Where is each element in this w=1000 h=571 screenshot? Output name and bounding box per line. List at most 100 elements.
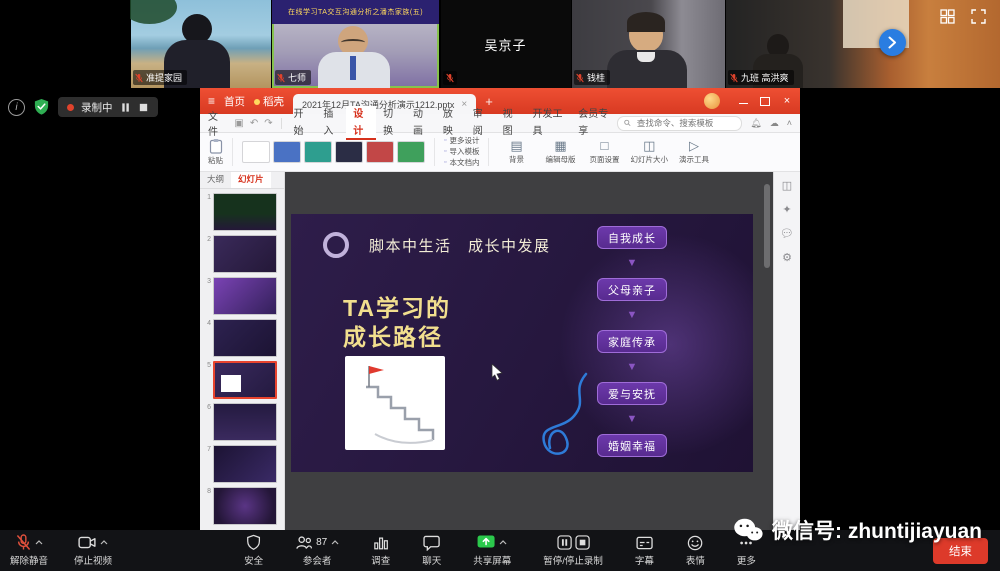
next-videos-button[interactable] <box>879 29 906 56</box>
template-mini-icon: ▫ <box>444 148 447 155</box>
menu-tab-6[interactable]: 审阅 <box>466 106 496 140</box>
settings-panel-icon[interactable]: ⚙︎ <box>782 252 792 264</box>
pause-recording-icon[interactable] <box>120 102 131 113</box>
search-input[interactable] <box>634 117 736 129</box>
slide-thumbnail-7[interactable]: 7 <box>202 445 282 483</box>
stop-recording-icon[interactable] <box>138 102 149 113</box>
menu-tab-7[interactable]: 视图 <box>496 106 526 140</box>
slide-thumbnail-5[interactable]: 5 <box>202 361 282 399</box>
menu-tab-0[interactable]: 开始 <box>287 106 317 140</box>
chat-icon <box>423 535 440 551</box>
slide-thumbnail-4[interactable]: 4 <box>202 319 282 357</box>
security-button[interactable]: 安全 <box>244 534 263 567</box>
ribbon-button-4[interactable]: ▷ 演示工具 <box>676 139 712 165</box>
ribbon-button-1[interactable]: ▦ 编辑母版 <box>542 139 578 165</box>
comment-panel-icon[interactable]: 💬︎ <box>780 228 794 240</box>
bell-icon[interactable]: 🔔︎ <box>750 118 761 129</box>
slide-thumbnail-8[interactable]: 8 <box>202 487 282 525</box>
panel-tab-0[interactable]: 大纲 <box>200 172 231 188</box>
design-template-2[interactable] <box>304 141 332 163</box>
file-menu[interactable]: 文件 <box>208 108 225 138</box>
menu-tab-3[interactable]: 切换 <box>376 106 406 140</box>
video-strip: 准提家园 在线学习TA交互沟通分析之潘杰家族(五) 七师 吴京子 钱桂 九班 高… <box>0 0 1000 88</box>
slide-thumbnail-6[interactable]: 6 <box>202 403 282 441</box>
wps-user-avatar[interactable] <box>704 93 720 109</box>
menu-tab-9[interactable]: 会员专享 <box>571 106 617 140</box>
slide-thumbnail-1[interactable]: 1 <box>202 193 282 231</box>
video-tile-wujingzi[interactable]: 吴京子 <box>440 0 571 88</box>
security-shield-icon[interactable] <box>33 98 50 116</box>
participant-face <box>627 12 665 52</box>
down-arrow-icon: ▼ <box>626 309 638 321</box>
design-template-3[interactable] <box>335 141 363 163</box>
redo-icon[interactable]: ↷ <box>264 118 272 129</box>
video-tile-qishi[interactable]: 在线学习TA交互沟通分析之潘杰家族(五) 七师 <box>272 0 439 88</box>
design-template-0[interactable] <box>242 141 270 163</box>
gallery-view-icon[interactable] <box>940 9 955 24</box>
chevron-up-icon[interactable] <box>100 540 108 545</box>
captions-button[interactable]: 字幕 <box>635 534 654 567</box>
mic-muted-icon <box>135 73 143 82</box>
presentation-banner: 在线学习TA交互沟通分析之潘杰家族(五) <box>272 0 439 24</box>
fullscreen-icon[interactable] <box>971 9 986 24</box>
mic-muted-icon <box>277 73 285 82</box>
watermark-text: 微信号: zhuntijiayuan <box>772 520 982 543</box>
ribbon-button-0[interactable]: ▤ 背景 <box>498 139 534 165</box>
collapse-ribbon-icon[interactable]: ˄ <box>787 118 792 129</box>
chevron-up-icon[interactable] <box>499 540 507 545</box>
share-screen-button[interactable]: 共享屏幕 <box>473 534 511 567</box>
paste-button[interactable]: 粘贴 <box>208 138 223 166</box>
design-template-4[interactable] <box>366 141 394 163</box>
design-template-5[interactable] <box>397 141 425 163</box>
pause-stop-recording-button[interactable]: 暂停/停止录制 <box>543 534 603 567</box>
slide-canvas: 脚本中生活 成长中发展 TA学习的 成长路径 自我成长 ▼ 父母亲子 ▼ 家庭传承 ▼ 爱与… <box>285 172 773 530</box>
minimize-icon[interactable] <box>739 98 748 104</box>
wechat-watermark: 微信号: zhuntijiayuan <box>733 515 982 545</box>
design-stack-button-0[interactable]: ▫ 更多设计 <box>444 136 479 146</box>
canvas-scrollbar[interactable] <box>764 184 770 268</box>
participants-button[interactable]: 87 参会者 <box>295 534 339 567</box>
animation-panel-icon[interactable]: ✦ <box>782 204 791 216</box>
cloud-sync-icon[interactable]: ☁ <box>770 118 779 129</box>
design-stack-button-1[interactable]: ▫ 导入模板 <box>444 147 479 157</box>
unmute-button[interactable]: 解除静音 <box>10 534 48 567</box>
wps-home-tab[interactable]: 首页 <box>224 94 245 109</box>
pause-recording-icon[interactable] <box>556 535 572 550</box>
meeting-info-icon[interactable]: i <box>8 98 25 116</box>
new-tab-icon[interactable]: + <box>485 94 493 109</box>
stop-recording-icon[interactable] <box>574 535 590 550</box>
down-arrow-icon: ▼ <box>626 413 638 425</box>
chevron-up-icon[interactable] <box>331 540 339 545</box>
menu-tab-1[interactable]: 插入 <box>316 106 346 140</box>
close-window-icon[interactable]: × <box>782 95 792 107</box>
chat-button[interactable]: 聊天 <box>422 534 441 567</box>
save-icon[interactable]: ▣ <box>234 118 243 129</box>
mic-muted-icon <box>16 534 30 551</box>
video-tile-qiangui[interactable]: 钱桂 <box>571 0 725 88</box>
restore-icon[interactable] <box>760 96 770 106</box>
menu-tab-4[interactable]: 动画 <box>406 106 436 140</box>
wps-docer-tab[interactable]: 稻壳 <box>254 94 284 109</box>
menu-tab-8[interactable]: 开发工具 <box>526 106 572 140</box>
wps-menu-icon[interactable]: ≡ <box>208 94 215 108</box>
reactions-button[interactable]: 表情 <box>686 534 705 567</box>
polls-button[interactable]: 调查 <box>371 534 390 567</box>
menu-tab-2[interactable]: 设计 <box>346 106 377 140</box>
properties-panel-icon[interactable]: ◫ <box>782 180 792 192</box>
ribbon-button-2[interactable]: □ 页面设置 <box>586 139 622 165</box>
menu-tab-5[interactable]: 放映 <box>436 106 466 140</box>
video-tile-zhunti-jiayuan[interactable]: 准提家园 <box>130 0 271 88</box>
stop-video-button[interactable]: 停止视频 <box>74 534 112 567</box>
ribbon-button-3[interactable]: ◫ 幻灯片大小 <box>630 139 668 165</box>
slide-thumbnail-image <box>213 319 277 357</box>
slide-thumbnail-image <box>213 403 277 441</box>
chevron-up-icon[interactable] <box>35 540 43 545</box>
panel-tab-1[interactable]: 幻灯片 <box>231 172 271 188</box>
undo-icon[interactable]: ↶ <box>250 118 258 129</box>
slide-thumbnail-2[interactable]: 2 <box>202 235 282 273</box>
palm-tree-decoration <box>130 0 177 24</box>
search-box[interactable] <box>616 115 743 131</box>
design-stack-button-2[interactable]: ▫ 本文档内 <box>444 158 479 168</box>
slide-thumbnail-3[interactable]: 3 <box>202 277 282 315</box>
design-template-1[interactable] <box>273 141 301 163</box>
